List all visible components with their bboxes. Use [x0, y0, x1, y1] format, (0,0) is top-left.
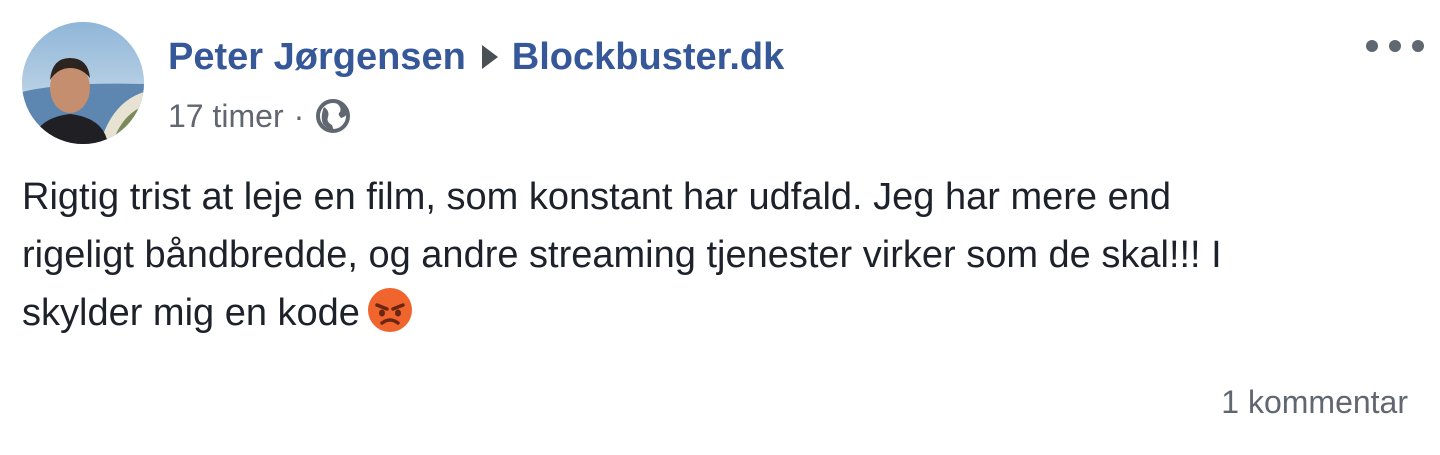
more-options-icon [1389, 40, 1401, 52]
post-text-line: rigeligt båndbredde, og andre streaming … [22, 234, 1222, 276]
comments-count-link[interactable]: 1 kommentar [1221, 380, 1408, 424]
caret-right-icon [481, 45, 498, 69]
post-text-segment: skylder mig en kode [22, 292, 360, 334]
post-meta: 17 timer · [168, 94, 352, 138]
meta-separator: · [293, 97, 305, 134]
globe-icon[interactable] [314, 97, 352, 135]
avatar[interactable] [22, 22, 144, 144]
angry-face-emoji-icon [366, 286, 414, 334]
post-card: Peter Jørgensen Blockbuster.dk 17 timer … [0, 0, 1440, 455]
post-body: Rigtig trist at leje en film, som konsta… [22, 168, 1402, 342]
author-name-link[interactable]: Peter Jørgensen [168, 32, 466, 82]
page-name-link[interactable]: Blockbuster.dk [512, 32, 784, 82]
avatar-photo [22, 22, 144, 144]
more-options-icon [1366, 40, 1378, 52]
post-text-line: skylder mig en kode [22, 284, 1402, 342]
more-options-icon [1412, 40, 1424, 52]
post-header: Peter Jørgensen Blockbuster.dk [168, 32, 784, 82]
more-options-button[interactable] [1366, 30, 1424, 62]
post-text-line: Rigtig trist at leje en film, som konsta… [22, 176, 1171, 218]
timestamp-link[interactable]: 17 timer [168, 98, 284, 135]
